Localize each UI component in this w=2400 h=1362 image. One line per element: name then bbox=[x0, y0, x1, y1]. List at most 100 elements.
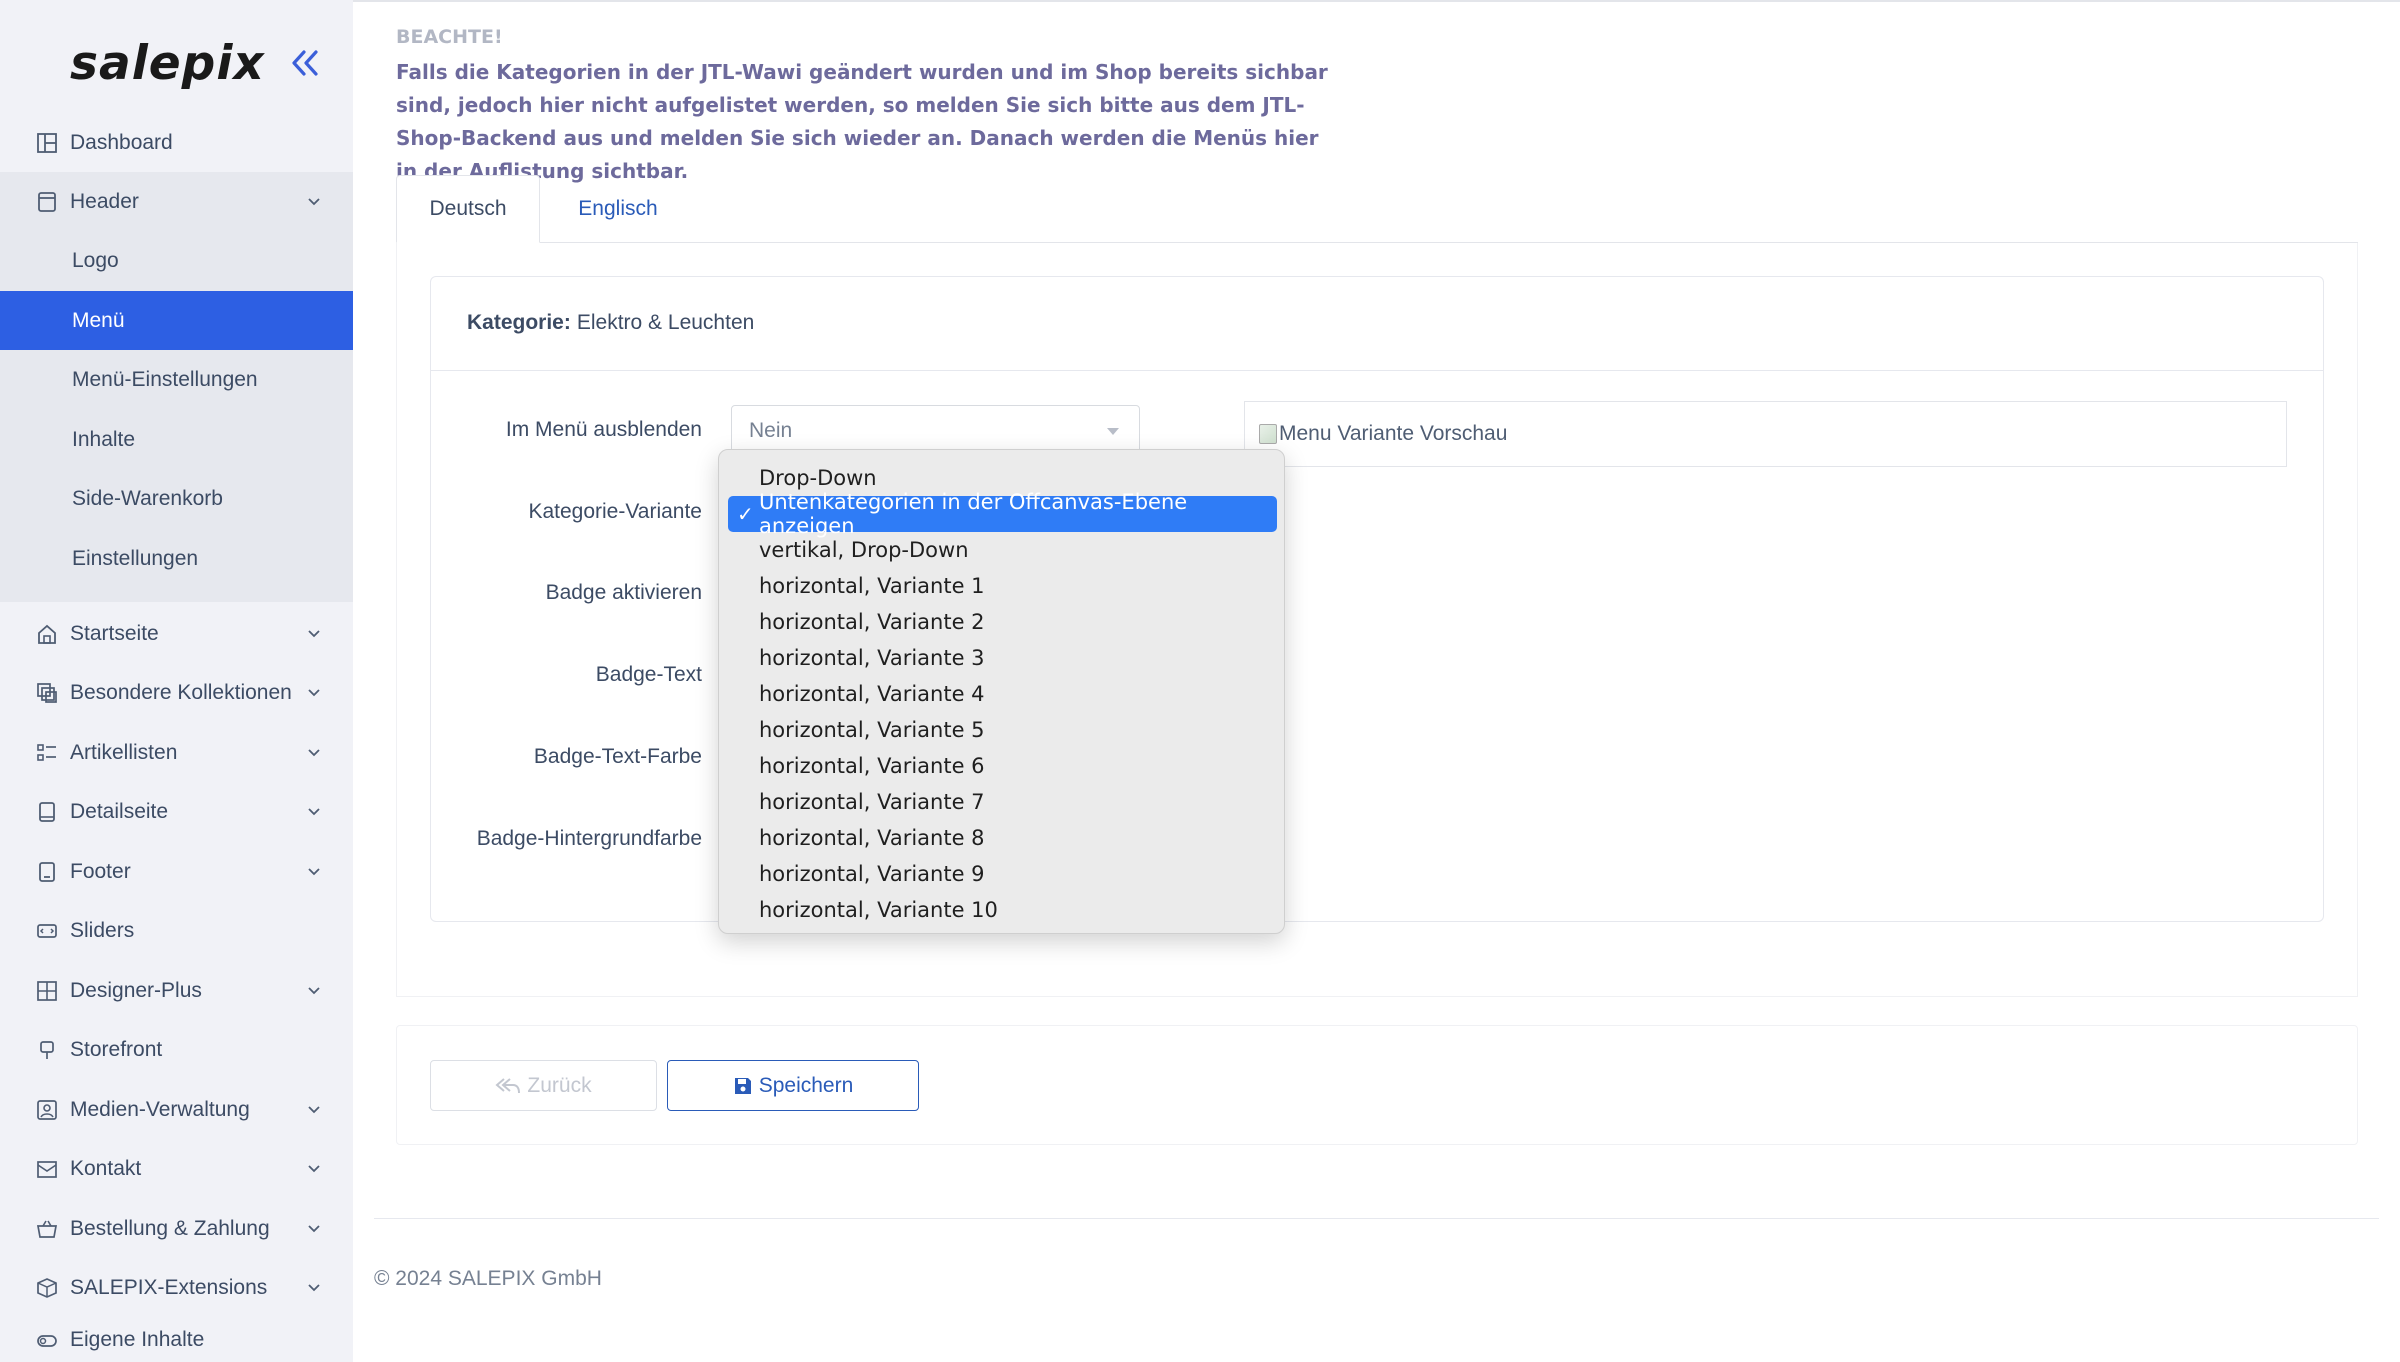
menu-variant-preview: Menu Variante Vorschau bbox=[1244, 401, 2287, 467]
list-icon bbox=[34, 740, 60, 766]
checkmark-icon: ✓ bbox=[737, 502, 754, 526]
dropdown-option[interactable]: horizontal, Variante 9 bbox=[728, 856, 1277, 892]
category-variant-dropdown[interactable]: Drop-Down ✓ Untenkategorien in der Offca… bbox=[718, 449, 1285, 934]
sidebar-item-orders[interactable]: Bestellung & Zahlung bbox=[0, 1199, 353, 1258]
copyright-text: © 2024 SALEPIX GmbH bbox=[374, 1267, 602, 1290]
badge-text-color-label: Badge-Text-Farbe bbox=[533, 745, 702, 768]
dropdown-option-label: Untenkategorien in der Offcanvas-Ebene a… bbox=[759, 490, 1188, 538]
chevron-down-icon bbox=[303, 1217, 325, 1239]
category-value: Elektro & Leuchten bbox=[576, 311, 755, 334]
dropdown-option-selected[interactable]: ✓ Untenkategorien in der Offcanvas-Ebene… bbox=[728, 490, 1277, 538]
sidebar-item-label: Detailseite bbox=[70, 799, 169, 823]
sidebar-item-collections[interactable]: Besondere Kollektionen bbox=[0, 663, 353, 722]
sidebar-item-detailseite[interactable]: Detailseite bbox=[0, 782, 353, 841]
sidebar-item-label: Storefront bbox=[70, 1037, 163, 1061]
sidebar-item-custom-content[interactable]: Eigene Inhalte bbox=[0, 1318, 353, 1362]
chevron-down-icon bbox=[303, 1157, 325, 1179]
footer-icon bbox=[34, 859, 60, 885]
footer-divider bbox=[374, 1218, 2379, 1219]
category-variant-label: Kategorie-Variante bbox=[528, 500, 702, 523]
chevron-down-icon bbox=[303, 979, 325, 1001]
tab-englisch[interactable]: Englisch bbox=[540, 175, 696, 243]
sidebar-item-label: Besondere Kollektionen bbox=[70, 680, 292, 704]
badge-text-label: Badge-Text bbox=[595, 663, 702, 686]
category-card bbox=[430, 276, 2324, 922]
dropdown-option[interactable]: horizontal, Variante 5 bbox=[728, 712, 1277, 748]
dropdown-option[interactable]: horizontal, Variante 1 bbox=[728, 568, 1277, 604]
storefront-icon bbox=[34, 1037, 60, 1063]
home-icon bbox=[34, 621, 60, 647]
sidebar-item-kontakt[interactable]: Kontakt bbox=[0, 1139, 353, 1198]
language-tabs: Deutsch Englisch bbox=[396, 175, 2358, 243]
dropdown-option[interactable]: horizontal, Variante 10 bbox=[728, 892, 1277, 928]
notice-title: BEACHTE! bbox=[396, 26, 503, 48]
sidebar-subitem-contents[interactable]: Inhalte bbox=[0, 410, 353, 469]
chevron-down-icon bbox=[303, 190, 325, 212]
sidebar-item-header[interactable]: Header bbox=[0, 172, 353, 231]
hide-in-menu-value: Nein bbox=[749, 419, 793, 442]
sidebar-item-footer[interactable]: Footer bbox=[0, 842, 353, 901]
sidebar-item-label: Header bbox=[70, 189, 139, 213]
chevron-down-icon bbox=[303, 622, 325, 644]
category-card-header: Kategorie: Elektro & Leuchten bbox=[430, 276, 2324, 371]
sidebar-subitem-menu[interactable]: Menü bbox=[0, 291, 353, 350]
floppy-disk-icon bbox=[733, 1076, 753, 1096]
sidebar-item-label: Artikellisten bbox=[70, 740, 178, 764]
sidebar-item-label: Footer bbox=[70, 859, 131, 883]
notice-text: Falls die Kategorien in der JTL-Wawi geä… bbox=[396, 60, 1328, 183]
sidebar-subitem-settings[interactable]: Einstellungen bbox=[0, 529, 353, 588]
sidebar-item-extensions[interactable]: SALEPIX-Extensions bbox=[0, 1258, 353, 1317]
contact-icon bbox=[34, 1156, 60, 1182]
sidebar-subitem-menu-settings[interactable]: Menü-Einstellungen bbox=[0, 350, 353, 409]
designer-icon bbox=[34, 978, 60, 1004]
sidebar-item-label: Designer-Plus bbox=[70, 978, 202, 1002]
reply-all-icon bbox=[495, 1076, 521, 1096]
toggle-icon bbox=[34, 1328, 60, 1354]
save-button[interactable]: Speichern bbox=[667, 1060, 919, 1111]
slider-icon bbox=[34, 918, 60, 944]
back-button[interactable]: Zurück bbox=[430, 1060, 657, 1111]
chevron-down-icon bbox=[303, 681, 325, 703]
dropdown-option[interactable]: horizontal, Variante 4 bbox=[728, 676, 1277, 712]
dropdown-option[interactable]: horizontal, Variante 2 bbox=[728, 604, 1277, 640]
brand-logo[interactable]: salepix bbox=[70, 36, 265, 91]
sidebar-item-storefront[interactable]: Storefront bbox=[0, 1020, 353, 1079]
sidebar-item-startseite[interactable]: Startseite bbox=[0, 604, 353, 663]
broken-image-icon bbox=[1259, 424, 1277, 444]
sidebar-subitem-logo[interactable]: Logo bbox=[0, 231, 353, 290]
back-button-label: Zurück bbox=[527, 1073, 592, 1097]
dashboard-icon bbox=[34, 130, 60, 156]
sidebar-subitem-side-cart[interactable]: Side-Warenkorb bbox=[0, 469, 353, 528]
sidebar-item-artikellisten[interactable]: Artikellisten bbox=[0, 723, 353, 782]
tab-deutsch[interactable]: Deutsch bbox=[396, 175, 540, 243]
sidebar: salepix Dashboard Header Logo Menü Menü-… bbox=[0, 0, 353, 1362]
sidebar-item-label: Bestellung & Zahlung bbox=[70, 1216, 270, 1240]
top-border bbox=[353, 0, 2400, 2]
collapse-sidebar-icon[interactable] bbox=[288, 46, 328, 86]
media-icon bbox=[34, 1097, 60, 1123]
preview-alt-text: Menu Variante Vorschau bbox=[1279, 422, 1508, 445]
basket-icon bbox=[34, 1216, 60, 1242]
sidebar-item-sliders[interactable]: Sliders bbox=[0, 901, 353, 960]
dropdown-option[interactable]: vertikal, Drop-Down bbox=[728, 532, 1277, 568]
chevron-down-icon bbox=[303, 1276, 325, 1298]
box-icon bbox=[34, 1275, 60, 1301]
dropdown-option[interactable]: horizontal, Variante 8 bbox=[728, 820, 1277, 856]
sidebar-item-media[interactable]: Medien-Verwaltung bbox=[0, 1080, 353, 1139]
chevron-down-icon bbox=[303, 741, 325, 763]
dropdown-option[interactable]: horizontal, Variante 3 bbox=[728, 640, 1277, 676]
sidebar-item-designer-plus[interactable]: Designer-Plus bbox=[0, 961, 353, 1020]
page-icon bbox=[34, 799, 60, 825]
sidebar-item-label: Sliders bbox=[70, 918, 135, 942]
dropdown-option[interactable]: horizontal, Variante 7 bbox=[728, 784, 1277, 820]
sidebar-item-label: Medien-Verwaltung bbox=[70, 1097, 250, 1121]
badge-enable-label: Badge aktivieren bbox=[545, 581, 702, 604]
dropdown-option[interactable]: horizontal, Variante 6 bbox=[728, 748, 1277, 784]
sidebar-item-dashboard[interactable]: Dashboard bbox=[0, 113, 353, 172]
hide-in-menu-label: Im Menü ausblenden bbox=[505, 418, 702, 441]
sidebar-item-label: Startseite bbox=[70, 621, 159, 645]
collections-icon bbox=[34, 680, 60, 706]
chevron-down-icon bbox=[303, 860, 325, 882]
category-label: Kategorie: bbox=[467, 311, 571, 334]
save-button-label: Speichern bbox=[758, 1073, 854, 1097]
